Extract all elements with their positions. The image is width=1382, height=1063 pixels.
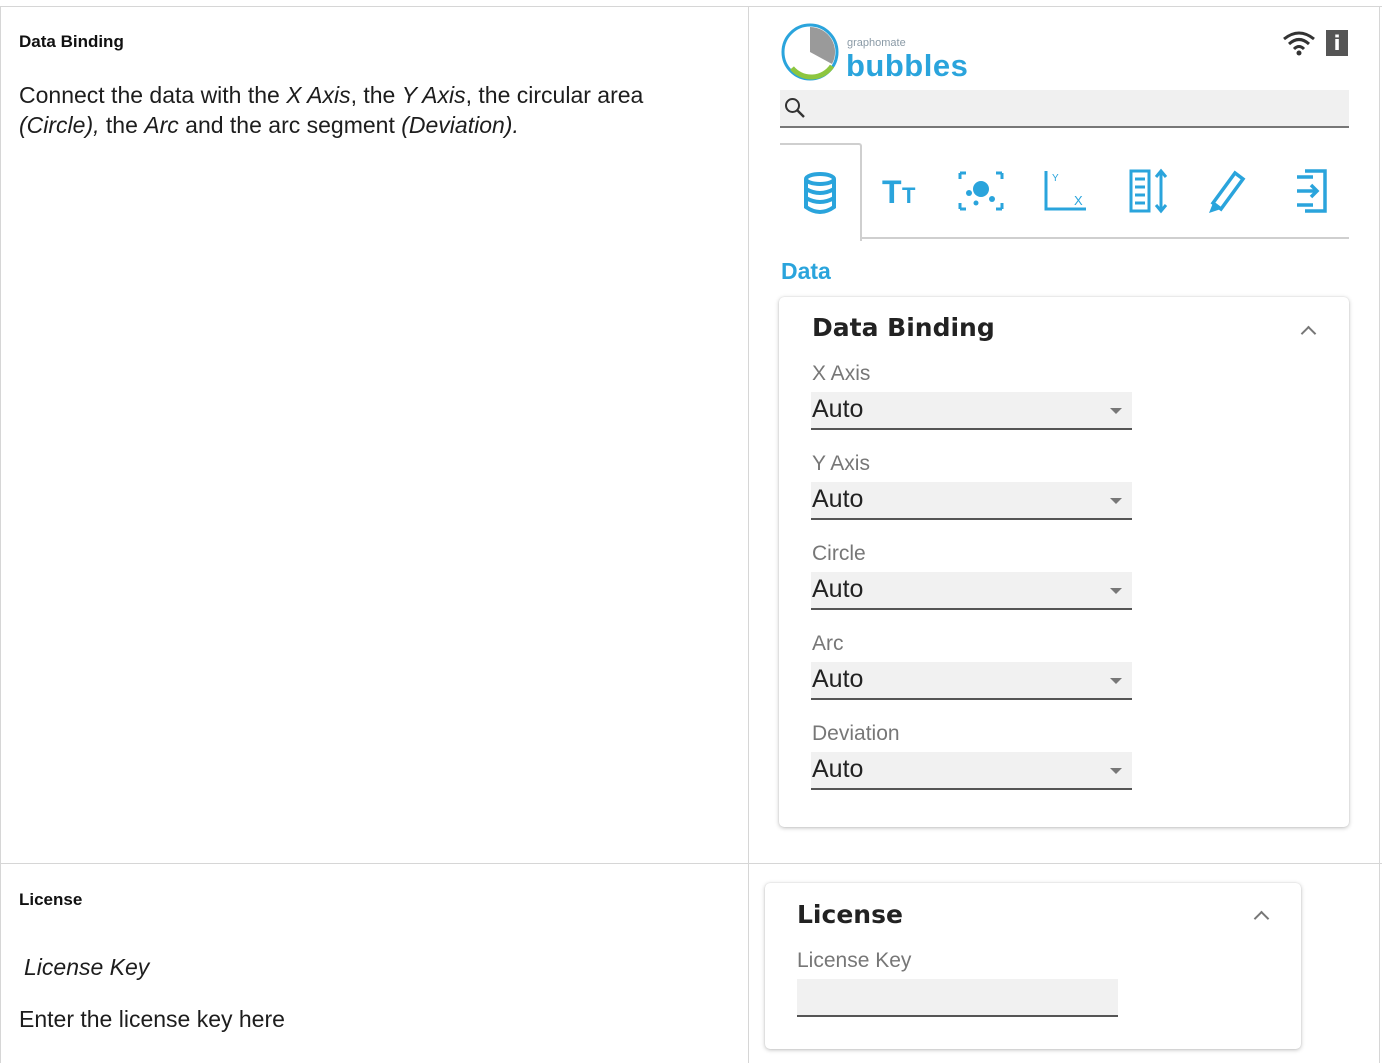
arc-label: Arc	[812, 632, 844, 655]
table-border-top	[0, 6, 1382, 7]
text-size-icon: T T	[882, 174, 916, 209]
data-binding-description: Connect the data with the X Axis, the Y …	[19, 82, 644, 138]
chevron-up-icon[interactable]	[1300, 325, 1317, 342]
highlight-pen-icon	[1209, 170, 1246, 213]
select-value: Auto	[812, 575, 864, 603]
deviation-select[interactable]: Auto	[811, 752, 1132, 790]
caret-down-icon	[1110, 678, 1122, 684]
database-icon	[804, 172, 836, 214]
layout-icon	[1129, 168, 1168, 214]
circle-label: Circle	[812, 542, 866, 565]
svg-text:T: T	[882, 174, 902, 209]
table-border-left	[0, 6, 1, 1063]
wifi-icon	[1282, 30, 1316, 56]
tab-data[interactable]	[780, 143, 862, 241]
x-axis-select[interactable]: Auto	[811, 392, 1132, 430]
table-row-divider	[0, 863, 1382, 864]
license-key-label: License Key	[797, 949, 912, 972]
tab-highlight[interactable]	[1194, 143, 1254, 239]
bubbles-logo-icon	[780, 22, 840, 82]
section-title-license: License	[19, 890, 83, 909]
tab-export[interactable]	[1277, 143, 1337, 239]
scatter-icon	[958, 171, 1004, 211]
panel-tabs: T T Y X	[780, 143, 1349, 241]
license-key-sublabel: License Key	[24, 954, 150, 980]
search-input[interactable]	[780, 90, 1349, 128]
caret-down-icon	[1110, 408, 1122, 414]
data-binding-card: Data Binding X Axis Auto Y Axis Auto Cir…	[779, 297, 1349, 827]
tab-axis[interactable]: Y X	[1035, 143, 1095, 239]
y-axis-select[interactable]: Auto	[811, 482, 1132, 520]
search-icon	[784, 97, 806, 124]
license-card-title: License	[797, 900, 903, 929]
logo-product-text: bubbles	[846, 48, 969, 83]
y-axis-label: Y Axis	[812, 452, 870, 475]
info-button[interactable]: i	[1326, 30, 1348, 56]
axis-icon: Y X	[1044, 171, 1086, 211]
export-icon	[1297, 169, 1327, 213]
deviation-label: Deviation	[812, 722, 900, 745]
caret-down-icon	[1110, 588, 1122, 594]
select-value: Auto	[812, 485, 864, 513]
tab-layout[interactable]	[1119, 143, 1179, 239]
svg-text:Y: Y	[1052, 173, 1059, 184]
caret-down-icon	[1110, 768, 1122, 774]
data-binding-card-title: Data Binding	[812, 313, 995, 342]
table-column-divider	[748, 6, 749, 1063]
select-value: Auto	[812, 395, 864, 423]
circle-select[interactable]: Auto	[811, 572, 1132, 610]
tab-text[interactable]: T T	[872, 143, 932, 239]
data-section-heading: Data	[781, 258, 831, 284]
caret-down-icon	[1110, 498, 1122, 504]
tab-bubbles[interactable]	[951, 143, 1011, 239]
tab-baseline	[862, 237, 1349, 239]
table-border-right	[1379, 6, 1380, 1063]
svg-text:T: T	[902, 183, 916, 208]
license-card: License License Key	[765, 883, 1301, 1049]
section-title-data-binding: Data Binding	[19, 32, 124, 51]
license-description: Enter the license key here	[19, 1006, 285, 1032]
arc-select[interactable]: Auto	[811, 662, 1132, 700]
x-axis-label: X Axis	[812, 362, 871, 385]
license-key-input[interactable]	[797, 979, 1118, 1017]
select-value: Auto	[812, 665, 864, 693]
svg-text:X: X	[1074, 193, 1083, 208]
select-value: Auto	[812, 755, 864, 783]
chevron-up-icon[interactable]	[1253, 910, 1270, 927]
